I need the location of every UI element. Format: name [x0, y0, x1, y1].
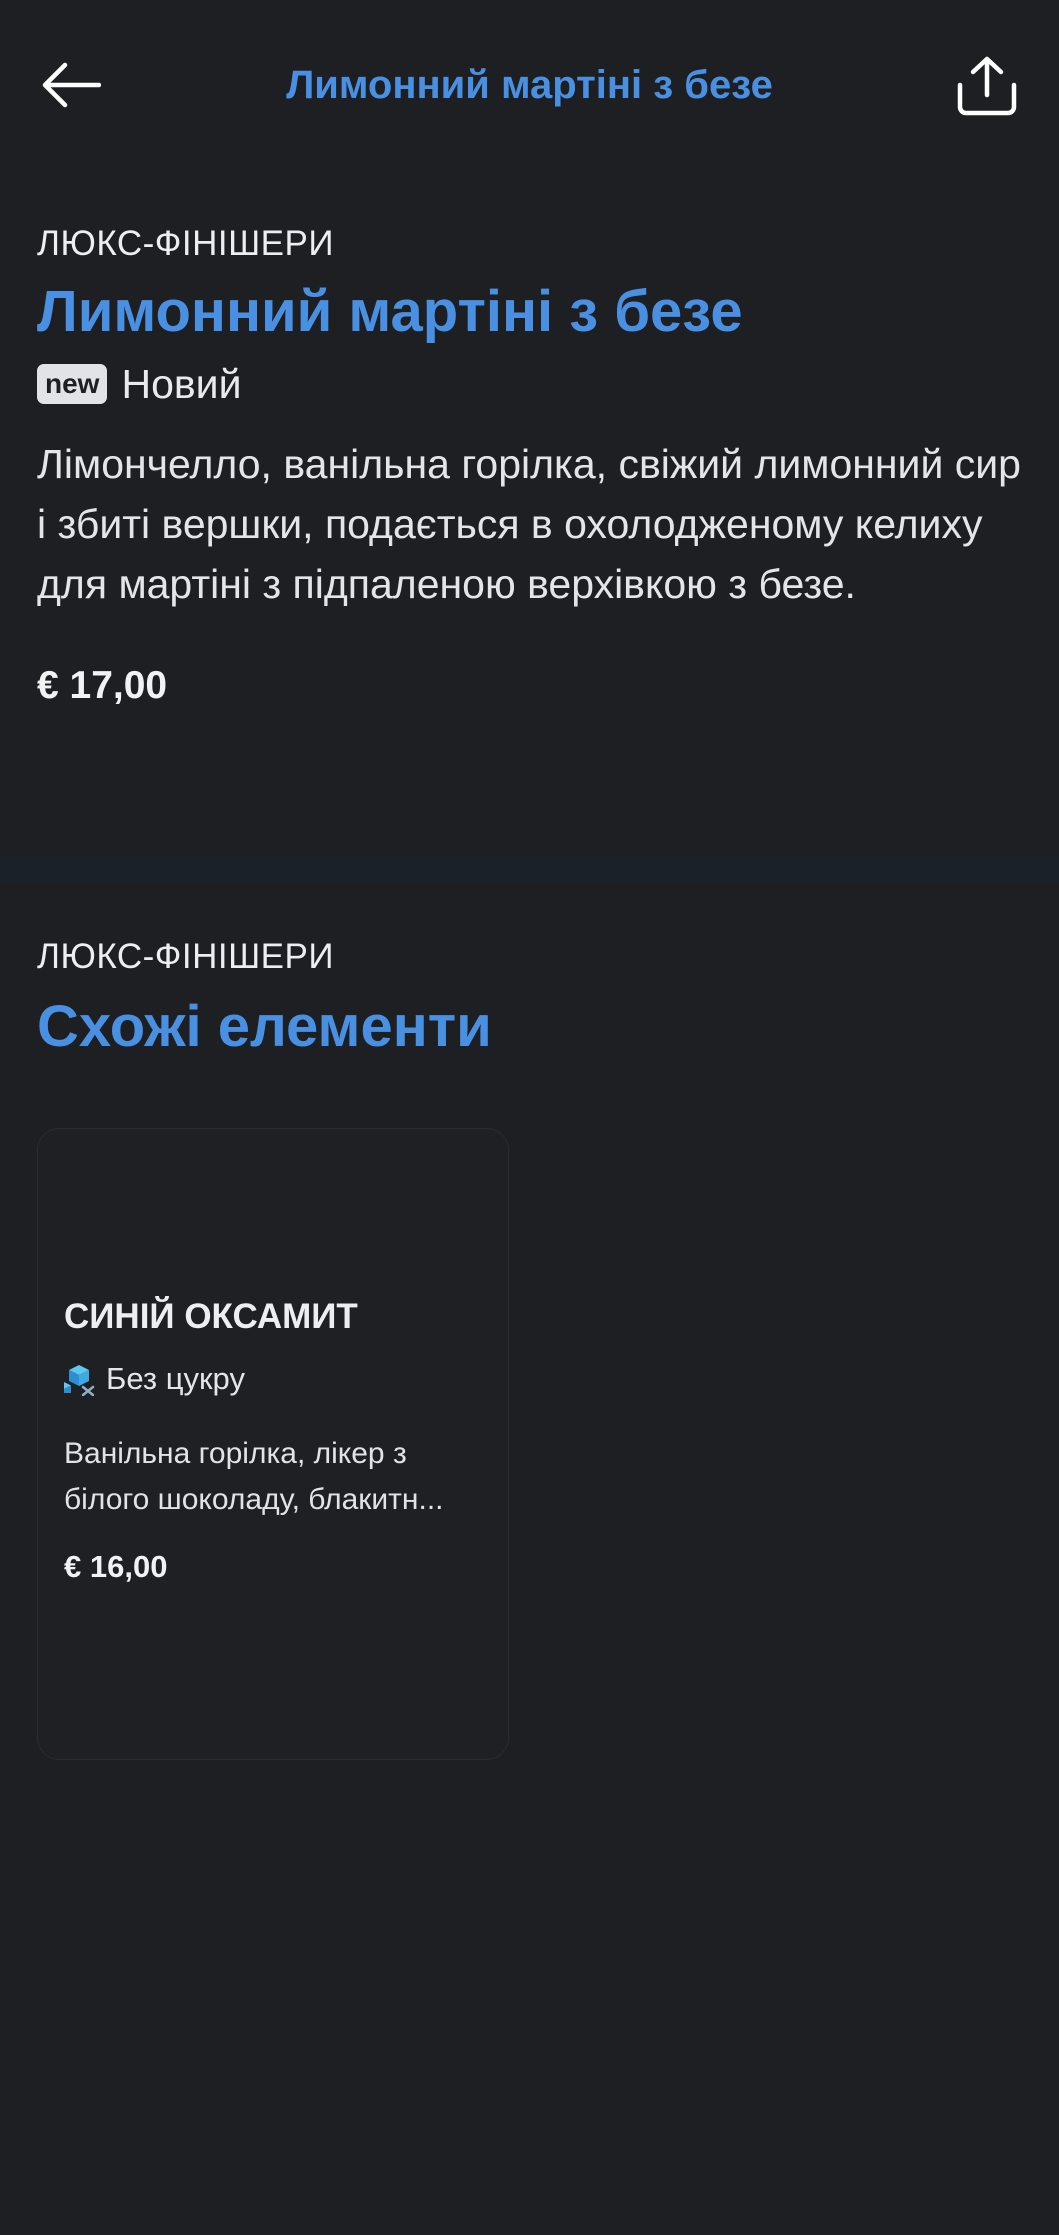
share-icon	[957, 56, 1017, 116]
item-detail: ЛЮКС-ФІНІШЕРИ Лимонний мартіні з безе ne…	[37, 222, 1027, 708]
back-button[interactable]	[36, 52, 106, 118]
similar-section: ЛЮКС-ФІНІШЕРИ Схожі елементи	[37, 935, 1027, 1063]
item-price: € 17,00	[37, 664, 168, 707]
item-category: ЛЮКС-ФІНІШЕРИ	[37, 224, 335, 263]
card-name: СИНІЙ ОКСАМИТ	[64, 1297, 358, 1336]
similar-title: Схожі елементи	[37, 994, 492, 1059]
item-description: Лімончелло, ванільна горілка, свіжий лим…	[37, 441, 1021, 607]
new-badge: new	[37, 364, 108, 404]
section-divider	[0, 857, 1059, 882]
card-price: € 16,00	[64, 1549, 168, 1584]
card-tag-label: Без цукру	[106, 1361, 245, 1396]
similar-category: ЛЮКС-ФІНІШЕРИ	[37, 937, 335, 976]
similar-item-card[interactable]: СИНІЙ ОКСАМИТ Без цукру Ванільна горілка…	[37, 1128, 509, 1760]
sugar-free-icon	[64, 1365, 95, 1396]
new-badge-row: new Новий	[37, 356, 1027, 412]
share-button[interactable]	[950, 50, 1024, 122]
nav-title: Лимонний мартіні з безе	[286, 63, 773, 107]
card-description: Ванільна горілка, лікер з білого шоколад…	[64, 1437, 444, 1516]
card-tag: Без цукру	[62, 1361, 245, 1397]
top-bar: Лимонний мартіні з безе	[0, 0, 1059, 170]
item-title: Лимонний мартіні з безе	[37, 279, 743, 344]
arrow-left-icon	[42, 62, 101, 108]
new-badge-label: Новий	[121, 360, 242, 407]
